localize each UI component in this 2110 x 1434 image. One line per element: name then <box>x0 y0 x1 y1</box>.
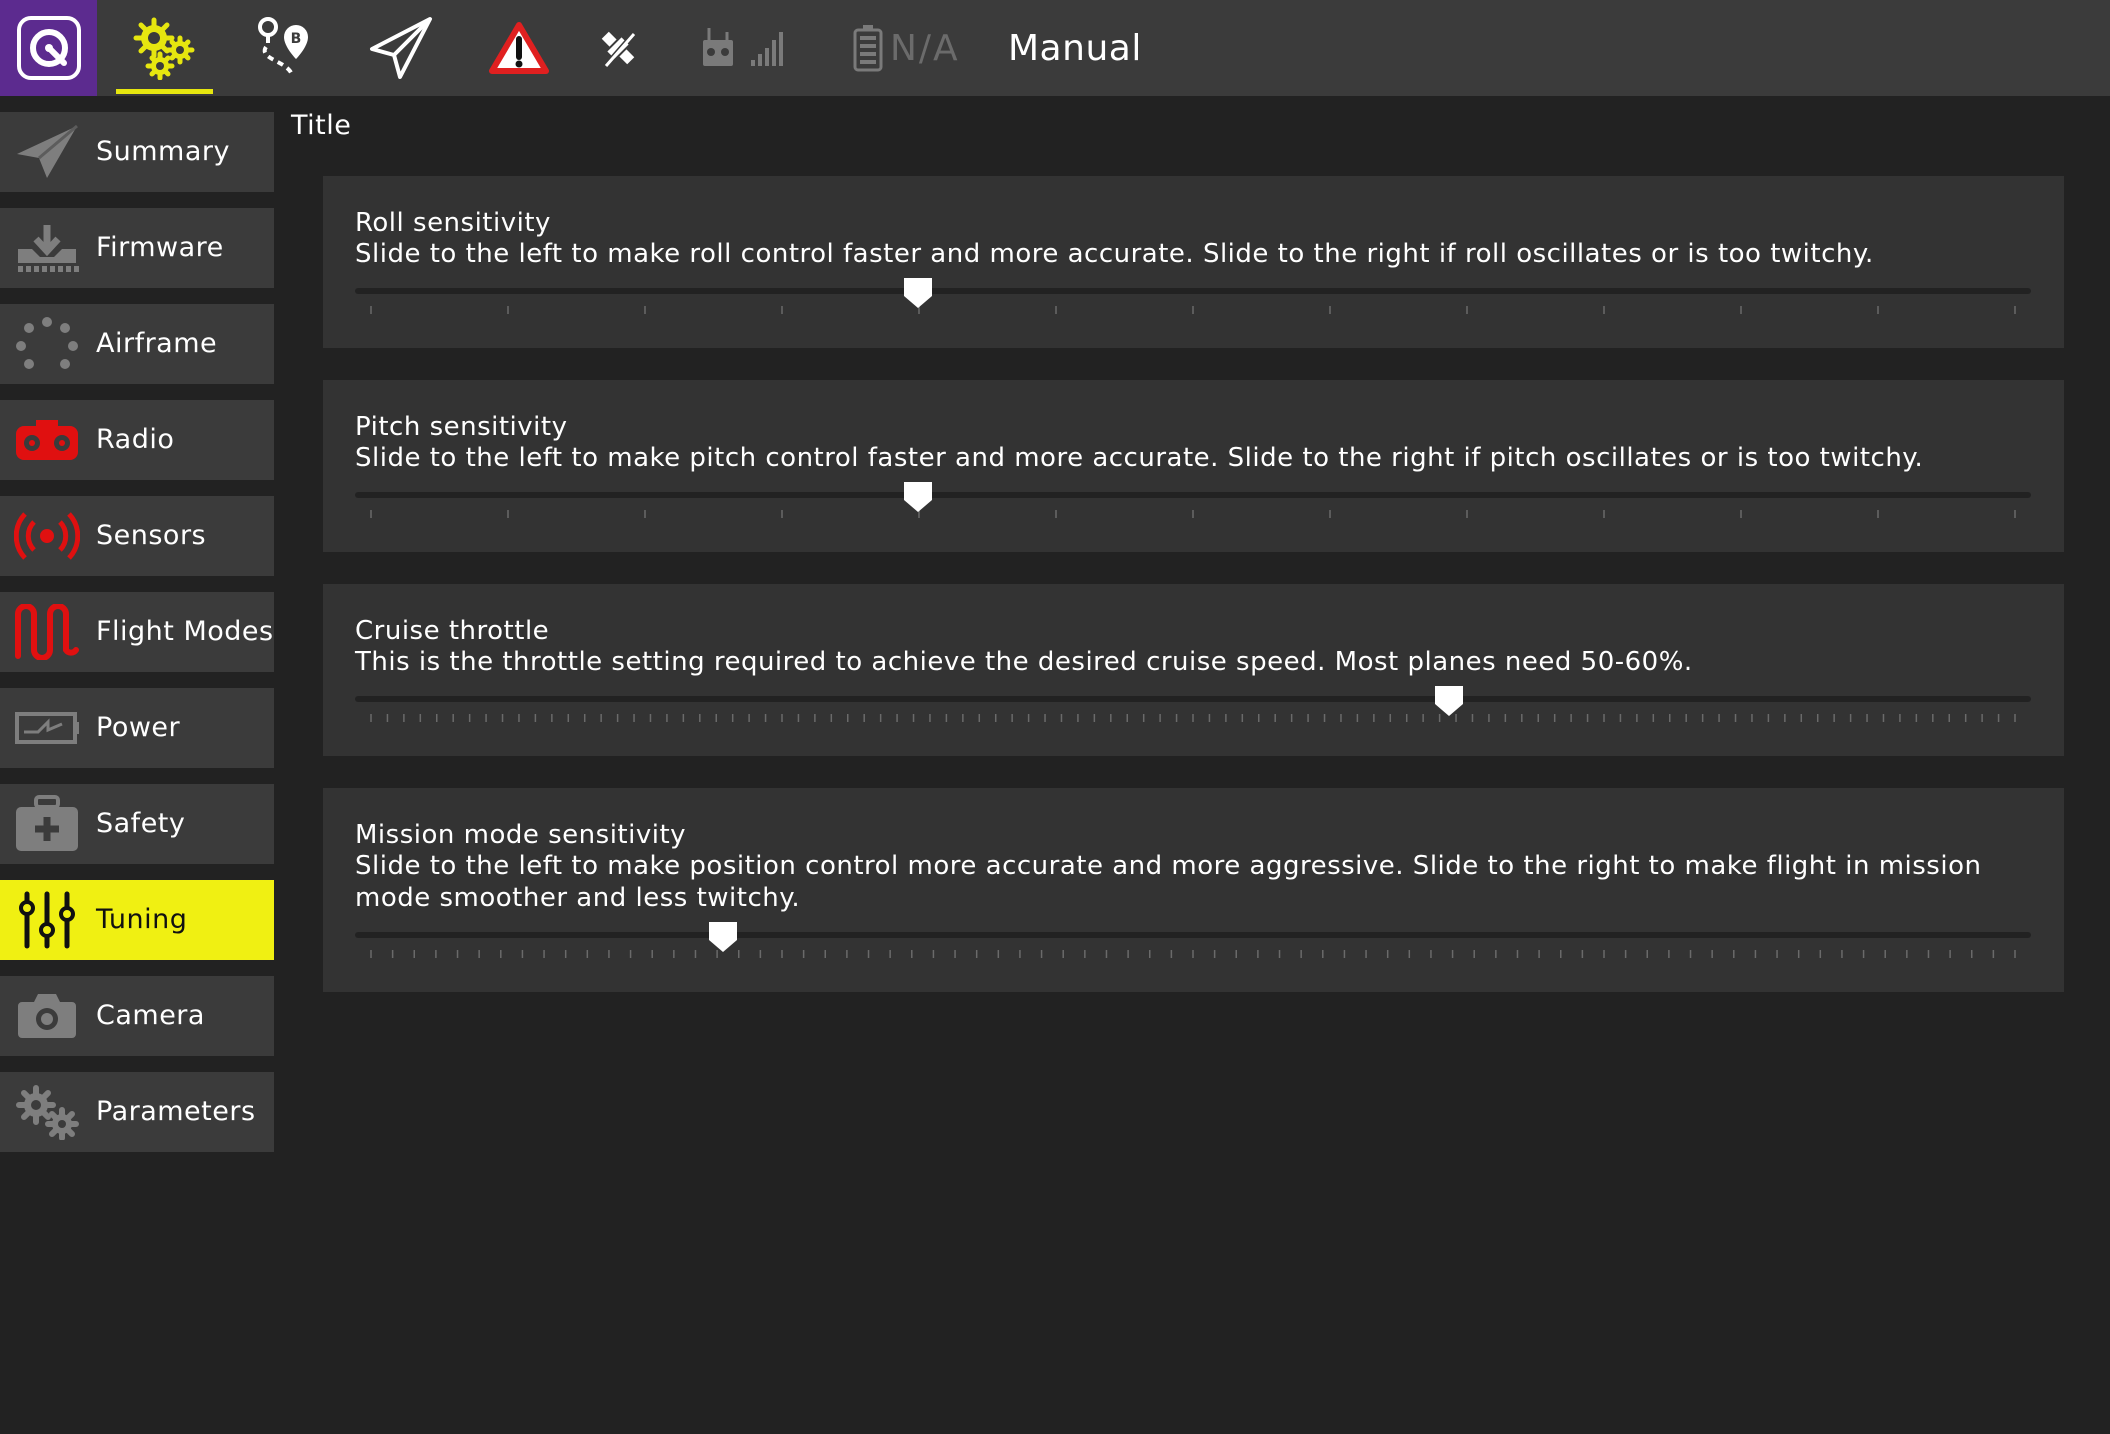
power-icon <box>12 700 82 756</box>
mission-mode-sensitivity-slider[interactable] <box>355 922 2031 972</box>
plan-view-icon: B <box>258 17 308 76</box>
panel-title: Mission mode sensitivity <box>355 820 687 850</box>
svg-text:B: B <box>291 31 302 47</box>
panel-title: Roll sensitivity <box>355 208 551 238</box>
safety-icon <box>12 795 82 852</box>
slider-handle[interactable] <box>902 276 934 310</box>
gps-status-button[interactable] <box>588 0 648 96</box>
slider-track <box>355 696 2031 702</box>
panel-description: Slide to the left to make roll control f… <box>355 239 1874 269</box>
sidebar-item-label: Airframe <box>96 328 218 359</box>
sidebar-item-label: Summary <box>96 136 230 167</box>
sidebar-item-safety[interactable]: Safety <box>0 784 274 864</box>
slider-handle[interactable] <box>707 920 739 954</box>
battery-status-text: N/A <box>890 27 960 69</box>
sidebar-item-label: Flight Modes <box>96 616 274 647</box>
cruise-throttle-slider[interactable] <box>355 686 2031 736</box>
sidebar-item-airframe[interactable]: Airframe <box>0 304 274 384</box>
flight-modes-icon <box>12 604 82 660</box>
page-title: Title <box>291 110 352 141</box>
sidebar-item-power[interactable]: Power <box>0 688 274 768</box>
panel-title: Cruise throttle <box>355 616 550 646</box>
sidebar-item-label: Radio <box>96 424 175 455</box>
sidebar-item-sensors[interactable]: Sensors <box>0 496 274 576</box>
sidebar-item-label: Parameters <box>96 1096 256 1127</box>
sidebar-item-label: Sensors <box>96 520 207 551</box>
panel-description: Slide to the left to make position contr… <box>355 851 1982 913</box>
qgc-logo-icon <box>16 16 81 80</box>
top-toolbar: B N/A Manual <box>0 0 2110 96</box>
fly-view-icon <box>370 17 432 79</box>
airframe-icon <box>12 316 82 372</box>
pitch-sensitivity-panel: Pitch sensitivity Slide to the left to m… <box>323 380 2064 552</box>
slider-tick-marks <box>370 306 2016 314</box>
battery-button[interactable] <box>848 0 888 96</box>
qgc-logo-button[interactable] <box>0 0 97 96</box>
panel-title: Pitch sensitivity <box>355 412 568 442</box>
slider-tick-marks <box>370 510 2016 518</box>
sidebar-item-label: Firmware <box>96 232 224 263</box>
slider-tick-marks <box>370 950 2016 958</box>
fly-view-button[interactable] <box>356 0 446 96</box>
slider-tick-marks <box>370 714 2016 722</box>
gps-icon <box>601 31 636 67</box>
radio-icon <box>12 412 82 468</box>
sidebar-item-summary[interactable]: Summary <box>0 112 274 192</box>
camera-icon <box>12 988 82 1044</box>
sidebar-item-firmware[interactable]: Firmware <box>0 208 274 288</box>
sidebar-item-flight-modes[interactable]: Flight Modes <box>0 592 274 672</box>
sidebar-item-label: Camera <box>96 1000 205 1031</box>
warning-button[interactable] <box>474 0 564 96</box>
plane-icon <box>12 124 82 180</box>
sidebar-item-label: Power <box>96 712 181 743</box>
pitch-sensitivity-slider[interactable] <box>355 482 2031 532</box>
warning-icon <box>489 22 549 74</box>
sensors-icon <box>12 508 82 564</box>
battery-icon <box>853 25 883 72</box>
rc-rssi-icon <box>703 28 783 66</box>
tuning-icon <box>12 891 82 949</box>
roll-sensitivity-slider[interactable] <box>355 278 2031 328</box>
panel-description: This is the throttle setting required to… <box>355 647 1693 677</box>
cruise-throttle-panel: Cruise throttle This is the throttle set… <box>323 584 2064 756</box>
vehicle-setup-button[interactable] <box>116 0 213 96</box>
flight-mode-selector[interactable]: Manual <box>1008 0 1142 96</box>
vehicle-setup-icon <box>133 17 194 80</box>
sidebar-item-radio[interactable]: Radio <box>0 400 274 480</box>
slider-handle[interactable] <box>1433 684 1465 718</box>
slider-track <box>355 288 2031 294</box>
sidebar-item-camera[interactable]: Camera <box>0 976 274 1056</box>
mission-mode-sensitivity-panel: Mission mode sensitivity Slide to the le… <box>323 788 2064 992</box>
plan-view-button[interactable]: B <box>238 0 328 96</box>
gears-icon <box>12 1084 82 1140</box>
sidebar-item-label: Safety <box>96 808 186 839</box>
sidebar-item-label: Tuning <box>96 904 188 935</box>
slider-track <box>355 932 2031 938</box>
slider-handle[interactable] <box>902 480 934 514</box>
rc-rssi-button[interactable] <box>690 0 800 96</box>
panel-description: Slide to the left to make pitch control … <box>355 443 1924 473</box>
sidebar-item-parameters[interactable]: Parameters <box>0 1072 274 1152</box>
sidebar-item-tuning[interactable]: Tuning <box>0 880 274 960</box>
roll-sensitivity-panel: Roll sensitivity Slide to the left to ma… <box>323 176 2064 348</box>
download-icon <box>12 220 82 276</box>
slider-track <box>355 492 2031 498</box>
